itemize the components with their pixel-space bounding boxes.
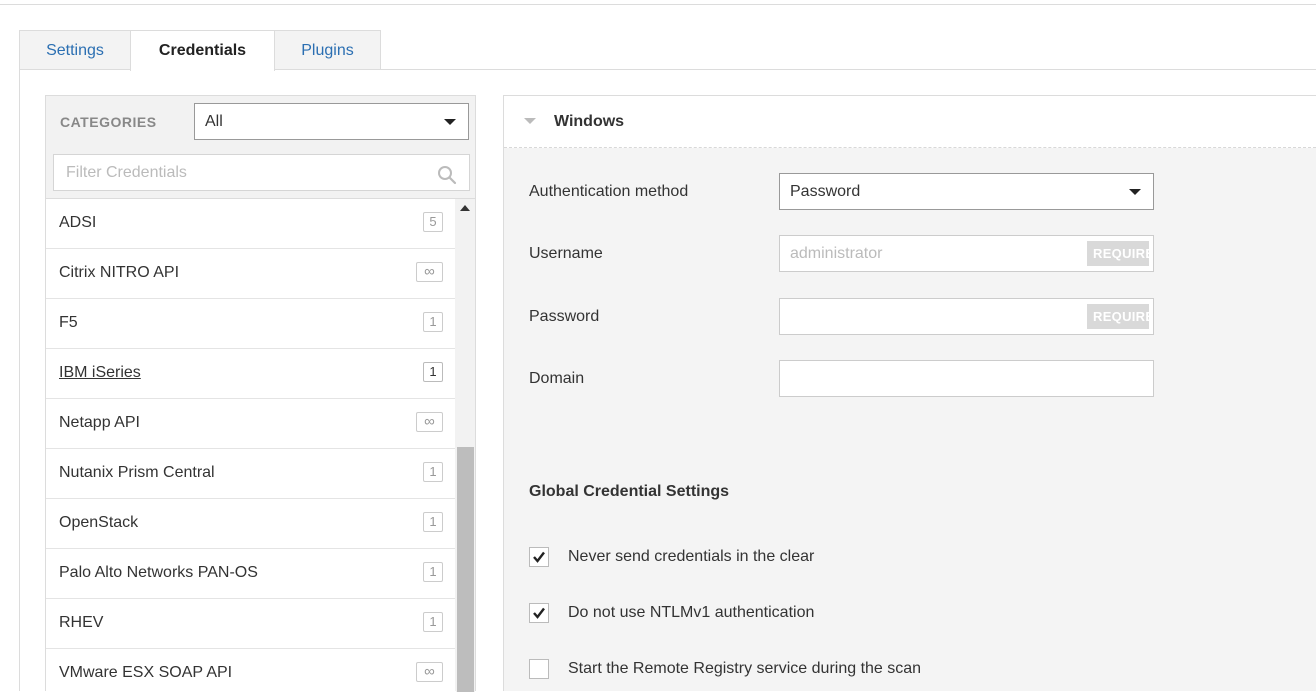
list-item-label: VMware ESX SOAP API bbox=[59, 664, 233, 681]
section-title: Windows bbox=[554, 113, 625, 130]
username-input[interactable]: administrator REQUIRED bbox=[779, 235, 1154, 272]
list-item[interactable]: Palo Alto Networks PAN-OS 1 bbox=[46, 549, 455, 599]
checkbox-label: Do not use NTLMv1 authentication bbox=[568, 604, 815, 621]
global-settings-title: Global Credential Settings bbox=[529, 483, 730, 500]
list-item-label: RHEV bbox=[59, 614, 104, 631]
required-badge: REQUIRED bbox=[1087, 241, 1149, 266]
checkbox-label: Never send credentials in the clear bbox=[568, 548, 815, 565]
infinity-badge: ∞ bbox=[416, 662, 443, 682]
categories-label: CATEGORIES bbox=[60, 114, 157, 130]
tab-credentials[interactable]: Credentials bbox=[130, 30, 275, 71]
categories-selected-value: All bbox=[205, 113, 223, 130]
filter-placeholder: Filter Credentials bbox=[66, 164, 187, 181]
list-item-label: Citrix NITRO API bbox=[59, 264, 180, 281]
infinity-badge: ∞ bbox=[416, 262, 443, 282]
list-item-label: F5 bbox=[59, 314, 78, 331]
list-item-label: Palo Alto Networks PAN-OS bbox=[59, 564, 258, 581]
count-badge: 5 bbox=[423, 212, 443, 232]
username-label: Username bbox=[529, 245, 603, 262]
list-scrollbar[interactable] bbox=[456, 199, 475, 692]
list-item[interactable]: Nutanix Prism Central 1 bbox=[46, 449, 455, 499]
collapse-caret-icon[interactable] bbox=[524, 118, 536, 124]
infinity-badge: ∞ bbox=[416, 412, 443, 432]
list-item[interactable]: F5 1 bbox=[46, 299, 455, 349]
required-badge: REQUIRED bbox=[1087, 304, 1149, 329]
list-item[interactable]: RHEV 1 bbox=[46, 599, 455, 649]
list-item-label: Netapp API bbox=[59, 414, 140, 431]
no-ntlmv1-checkbox[interactable] bbox=[529, 603, 549, 623]
count-badge: 1 bbox=[423, 512, 443, 532]
list-item[interactable]: ADSI 5 bbox=[46, 199, 455, 249]
auth-method-select[interactable]: Password bbox=[779, 173, 1154, 210]
auth-method-value: Password bbox=[790, 183, 861, 200]
categories-select[interactable]: All bbox=[194, 103, 469, 140]
checkmark-icon bbox=[533, 607, 545, 619]
count-badge: 1 bbox=[423, 612, 443, 632]
chevron-down-icon bbox=[444, 119, 456, 125]
password-input[interactable]: REQUIRED bbox=[779, 298, 1154, 335]
count-badge: 1 bbox=[423, 312, 443, 332]
windows-credential-panel: Windows Authentication method Password U… bbox=[503, 95, 1316, 691]
list-item[interactable]: IBM iSeries 1 bbox=[46, 349, 455, 399]
chevron-down-icon bbox=[1129, 189, 1141, 195]
windows-section-header[interactable]: Windows bbox=[504, 96, 1316, 148]
auth-method-label: Authentication method bbox=[529, 183, 689, 200]
domain-label: Domain bbox=[529, 370, 585, 387]
list-item[interactable]: VMware ESX SOAP API ∞ bbox=[46, 649, 455, 692]
list-item[interactable]: Netapp API ∞ bbox=[46, 399, 455, 449]
domain-input[interactable] bbox=[779, 360, 1154, 397]
count-badge: 1 bbox=[423, 562, 443, 582]
count-badge: 1 bbox=[423, 362, 443, 382]
list-item[interactable]: Citrix NITRO API ∞ bbox=[46, 249, 455, 299]
credential-list: ADSI 5 Citrix NITRO API ∞ F5 1 IBM iSeri… bbox=[46, 199, 455, 692]
username-placeholder: administrator bbox=[790, 245, 883, 262]
remote-registry-checkbox[interactable] bbox=[529, 659, 549, 679]
list-item-label: IBM iSeries bbox=[59, 364, 141, 381]
content-border bbox=[19, 69, 20, 691]
top-divider bbox=[0, 4, 1316, 5]
search-icon bbox=[437, 163, 457, 185]
tab-plugins[interactable]: Plugins bbox=[274, 30, 381, 69]
checkmark-icon bbox=[533, 551, 545, 563]
scroll-up-arrow-icon[interactable] bbox=[460, 205, 470, 211]
checkbox-label: Start the Remote Registry service during… bbox=[568, 660, 922, 677]
list-item[interactable]: OpenStack 1 bbox=[46, 499, 455, 549]
list-item-label: ADSI bbox=[59, 214, 97, 231]
never-send-clear-checkbox[interactable] bbox=[529, 547, 549, 567]
scrollbar-thumb[interactable] bbox=[457, 447, 474, 692]
password-label: Password bbox=[529, 308, 600, 325]
tab-settings[interactable]: Settings bbox=[19, 30, 131, 69]
credential-categories-panel: CATEGORIES All Filter Credentials ADSI 5… bbox=[45, 95, 476, 692]
list-item-label: Nutanix Prism Central bbox=[59, 464, 215, 481]
count-badge: 1 bbox=[423, 462, 443, 482]
list-item-label: OpenStack bbox=[59, 514, 139, 531]
filter-credentials-input[interactable]: Filter Credentials bbox=[53, 154, 470, 191]
